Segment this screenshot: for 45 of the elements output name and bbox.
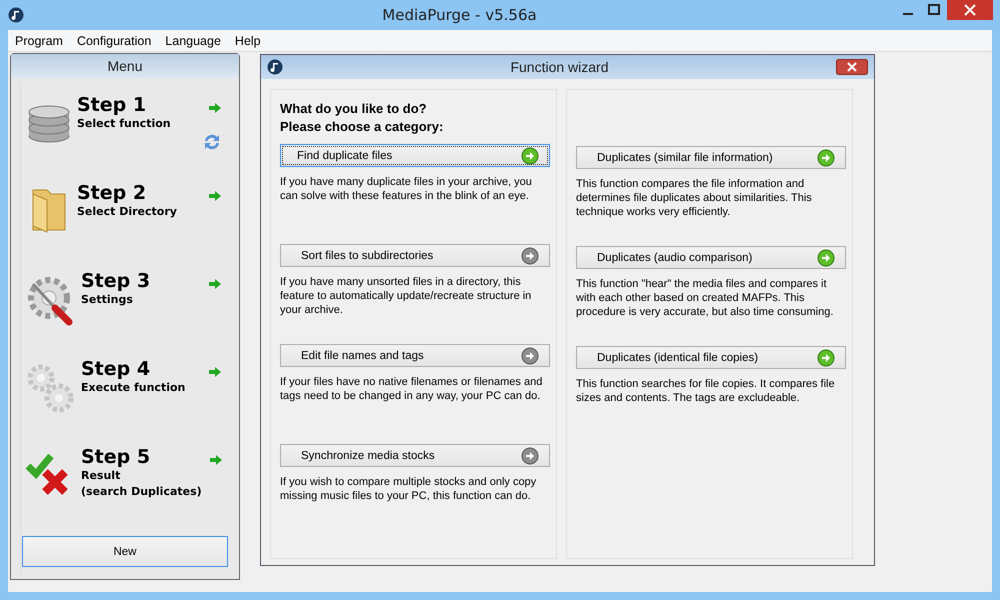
close-icon[interactable] xyxy=(836,59,868,75)
window-title: MediaPurge - v5.56a xyxy=(381,6,538,24)
step-title[interactable]: Step 2 xyxy=(77,182,200,204)
option-description: This function compares the file information and determines file duplicates about similarities. This technique works very efficiently. xyxy=(576,177,813,219)
step-title[interactable]: Step 1 xyxy=(77,94,200,116)
close-icon[interactable] xyxy=(947,0,993,20)
wizard-heading: Please choose a category: xyxy=(280,118,444,136)
arrow-right-icon[interactable] xyxy=(208,454,223,466)
option-button[interactable]: Synchronize media stocks xyxy=(280,444,550,467)
wizard-title: Function wizard xyxy=(509,59,610,75)
menu-item[interactable]: Program xyxy=(15,34,63,48)
menu-item[interactable]: Language xyxy=(165,34,221,48)
option-description: This function "hear" the media files and compares it with each other based on created MAFPs. This procedure is very accurate, but also time consuming. xyxy=(576,277,834,319)
wizard-heading: What do you like to do? xyxy=(280,100,428,118)
step-subtitle: Execute function xyxy=(81,380,186,396)
app-logo-icon xyxy=(8,7,24,23)
option-description: If your files have no native filenames or filenames and tags need to be changed in any way, your PC can do. xyxy=(280,375,544,403)
arrow-right-icon[interactable] xyxy=(208,366,222,378)
step-subtitle: Settings xyxy=(81,292,134,308)
step-subtitle: Select function xyxy=(77,116,172,132)
refresh-icon[interactable] xyxy=(202,132,222,152)
option-description: If you have many unsorted files in a directory, this feature to automatically update/recreate structure in your archive. xyxy=(280,275,532,317)
step-title[interactable]: Step 3 xyxy=(81,270,200,292)
menu-item[interactable]: Configuration xyxy=(76,34,152,48)
option-description: If you have many duplicate files in your archive, you can solve with these features in the blink of an eye. xyxy=(280,175,533,203)
arrow-right-icon[interactable] xyxy=(208,278,222,290)
step-subtitle: Select Directory xyxy=(77,204,178,220)
option-button[interactable]: Duplicates (similar file information) xyxy=(576,146,846,169)
new-button[interactable]: New xyxy=(22,536,228,567)
step-subtitle: (search Duplicates) xyxy=(81,484,202,500)
option-button[interactable]: Sort files to subdirectories xyxy=(280,244,550,267)
app-logo-icon xyxy=(267,59,283,75)
option-button[interactable]: Edit file names and tags xyxy=(280,344,550,367)
panel-title: Menu xyxy=(11,54,239,78)
option-button[interactable]: Duplicates (audio comparison) xyxy=(576,246,846,269)
option-description: This function searches for file copies. It compares file sizes and contents. The tags are excludeable. xyxy=(576,377,836,405)
arrow-right-icon[interactable] xyxy=(208,102,222,114)
menu-item[interactable]: Help xyxy=(234,34,261,48)
step-title[interactable]: Step 5 xyxy=(81,446,202,468)
step-title[interactable]: Step 4 xyxy=(81,358,200,380)
option-button[interactable]: Duplicates (identical file copies) xyxy=(576,346,846,369)
arrow-right-icon[interactable] xyxy=(208,190,222,202)
option-description: If you wish to compare multiple stocks and only copy missing music files to your PC, this function can do. xyxy=(280,475,538,503)
step-subtitle: Result xyxy=(81,468,122,484)
option-button[interactable]: Find duplicate files xyxy=(280,144,550,167)
